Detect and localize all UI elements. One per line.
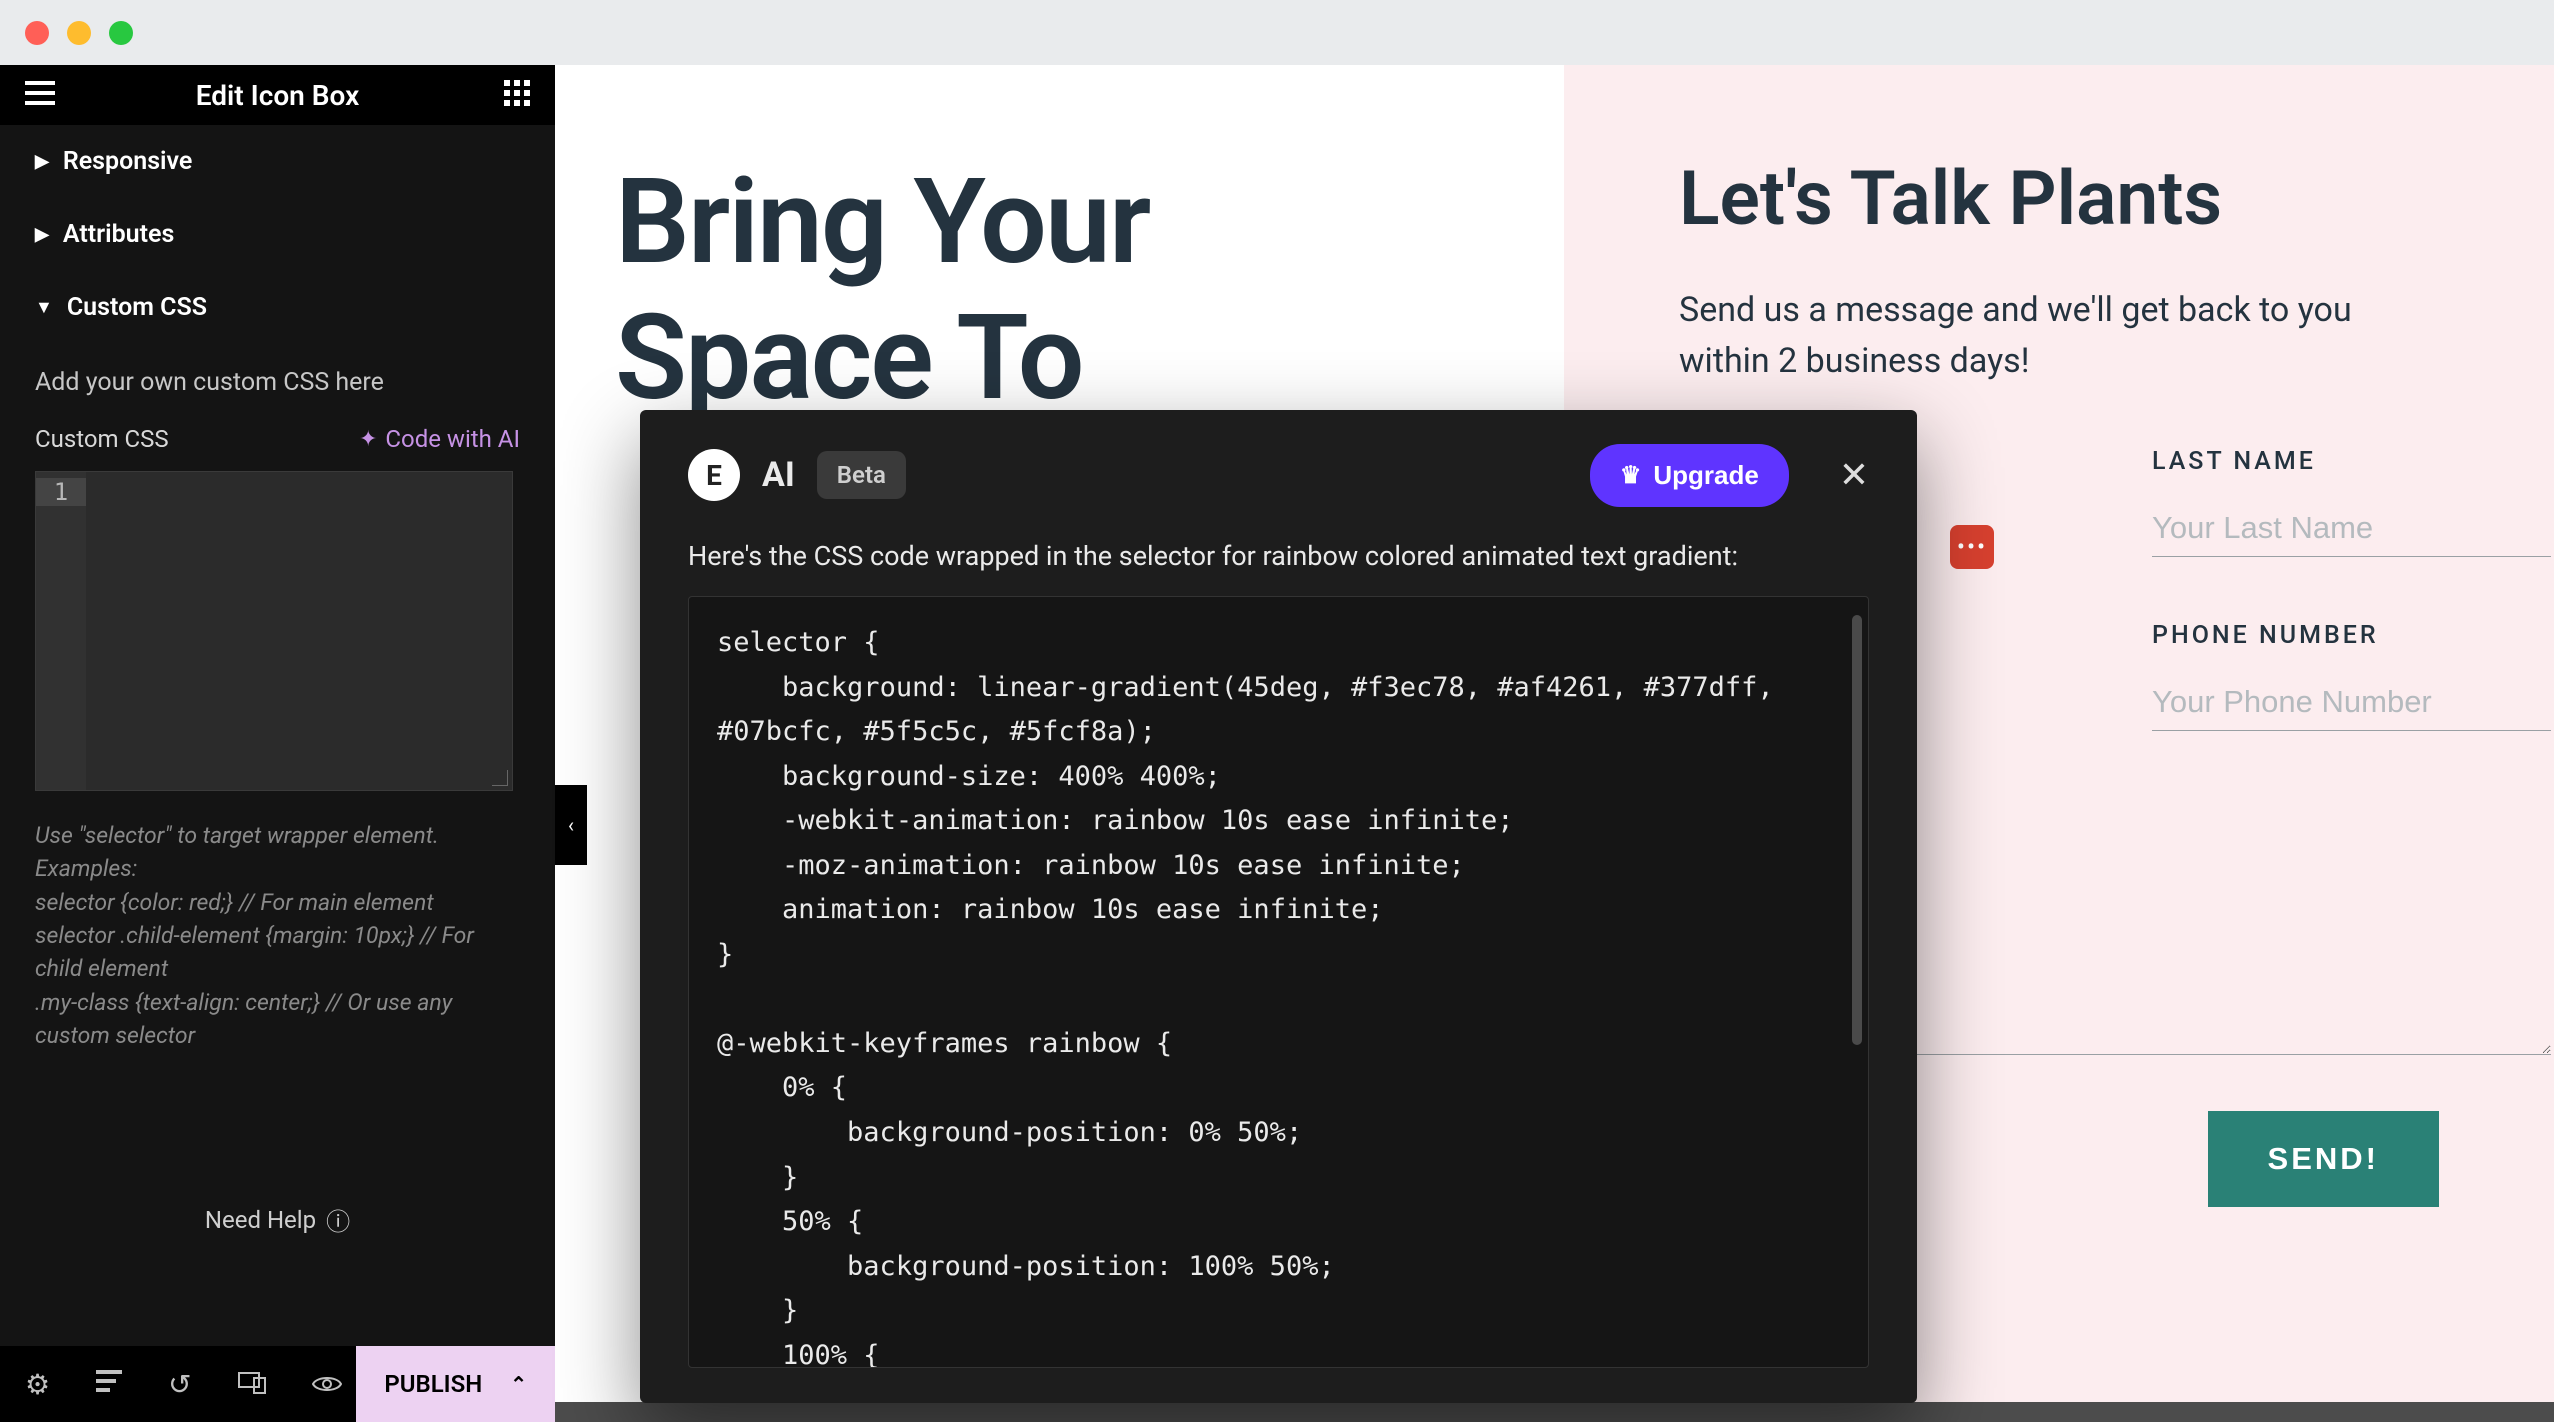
sidebar-footer: ⚙ ↺ PUBLISH ⌃: [0, 1346, 555, 1422]
sparkle-icon: ✦: [359, 427, 377, 452]
custom-css-panel: Add your own custom CSS here Custom CSS …: [0, 344, 555, 1261]
window-chrome: [0, 0, 2554, 65]
accordion-label: Custom CSS: [67, 293, 207, 322]
ai-response-text: Here's the CSS code wrapped in the selec…: [688, 540, 1869, 572]
maximize-window-button[interactable]: [109, 21, 133, 45]
phone-input[interactable]: [2152, 674, 2551, 731]
horizontal-scrollbar[interactable]: [555, 1402, 2554, 1422]
need-help-link[interactable]: Need Help ⓘ: [35, 1202, 520, 1237]
last-name-input[interactable]: [2152, 500, 2551, 557]
css-help-text: Use "selector" to target wrapper element…: [35, 819, 520, 1052]
accordion-attributes[interactable]: ▶ Attributes: [0, 198, 555, 271]
ai-modal-header: E AI Beta ♛ Upgrade ✕: [640, 410, 1917, 540]
close-window-button[interactable]: [25, 21, 49, 45]
code-with-ai-button[interactable]: ✦ Code with AI: [359, 425, 520, 453]
crown-icon: ♛: [1620, 461, 1642, 490]
upgrade-label: Upgrade: [1653, 460, 1758, 491]
widgets-icon[interactable]: [504, 80, 530, 110]
ai-modal-title: AI: [762, 455, 795, 495]
hero-heading: Bring Your Space To: [615, 155, 1564, 426]
close-icon[interactable]: ✕: [1839, 454, 1869, 496]
beta-badge: Beta: [817, 451, 906, 499]
navigator-icon[interactable]: [96, 1368, 122, 1401]
ai-code-block[interactable]: selector { background: linear-gradient(4…: [688, 596, 1869, 1368]
help-circle-icon: ⓘ: [326, 1202, 350, 1237]
accordion-label: Attributes: [63, 220, 175, 249]
accordion-label: Responsive: [63, 147, 193, 176]
caret-down-icon: ▼: [35, 297, 53, 318]
ai-modal: E AI Beta ♛ Upgrade ✕ Here's the CSS cod…: [640, 410, 1917, 1403]
minimize-window-button[interactable]: [67, 21, 91, 45]
collapse-sidebar-button[interactable]: ‹: [555, 785, 587, 865]
field-last-name: LAST NAME: [2152, 447, 2551, 557]
sidebar-header: Edit Icon Box: [0, 65, 555, 125]
code-with-ai-label: Code with AI: [385, 425, 520, 453]
responsive-mode-icon[interactable]: [238, 1368, 266, 1401]
css-field-label: Custom CSS: [35, 425, 169, 453]
chevron-up-icon: ⌃: [510, 1372, 527, 1396]
publish-label: PUBLISH: [384, 1370, 482, 1398]
elementor-logo-icon: E: [688, 449, 740, 501]
caret-right-icon: ▶: [35, 151, 49, 172]
editor-textarea[interactable]: [86, 472, 512, 790]
scrollbar-thumb[interactable]: [1852, 615, 1862, 1045]
line-number: 1: [36, 478, 86, 506]
editor-gutter: 1: [36, 472, 86, 790]
field-label: LAST NAME: [2152, 447, 2551, 476]
preview-icon[interactable]: [312, 1368, 342, 1401]
history-icon[interactable]: ↺: [168, 1368, 191, 1401]
chevron-left-icon: ‹: [568, 813, 574, 837]
accordion-responsive[interactable]: ▶ Responsive: [0, 125, 555, 198]
caret-right-icon: ▶: [35, 224, 49, 245]
ai-code-content: selector { background: linear-gradient(4…: [717, 621, 1840, 1368]
contact-intro: Send us a message and we'll get back to …: [1679, 285, 2439, 387]
field-phone: PHONE NUMBER: [2152, 621, 2551, 731]
css-hint: Add your own custom CSS here: [35, 368, 520, 397]
menu-icon[interactable]: [25, 81, 55, 109]
editor-sidebar: Edit Icon Box ▶ Responsive ▶ Attributes …: [0, 65, 555, 1422]
extension-badge[interactable]: •••: [1950, 525, 1994, 569]
upgrade-button[interactable]: ♛ Upgrade: [1590, 444, 1789, 507]
publish-button[interactable]: PUBLISH ⌃: [356, 1346, 555, 1422]
accordion-custom-css[interactable]: ▼ Custom CSS: [0, 271, 555, 344]
send-button[interactable]: SEND!: [2208, 1111, 2439, 1207]
sidebar-title: Edit Icon Box: [0, 79, 555, 112]
css-editor[interactable]: 1: [35, 471, 513, 791]
settings-icon[interactable]: ⚙: [25, 1368, 50, 1401]
resize-handle-icon[interactable]: [492, 770, 508, 786]
field-label: PHONE NUMBER: [2152, 621, 2551, 650]
contact-title: Let's Talk Plants: [1679, 155, 2439, 243]
